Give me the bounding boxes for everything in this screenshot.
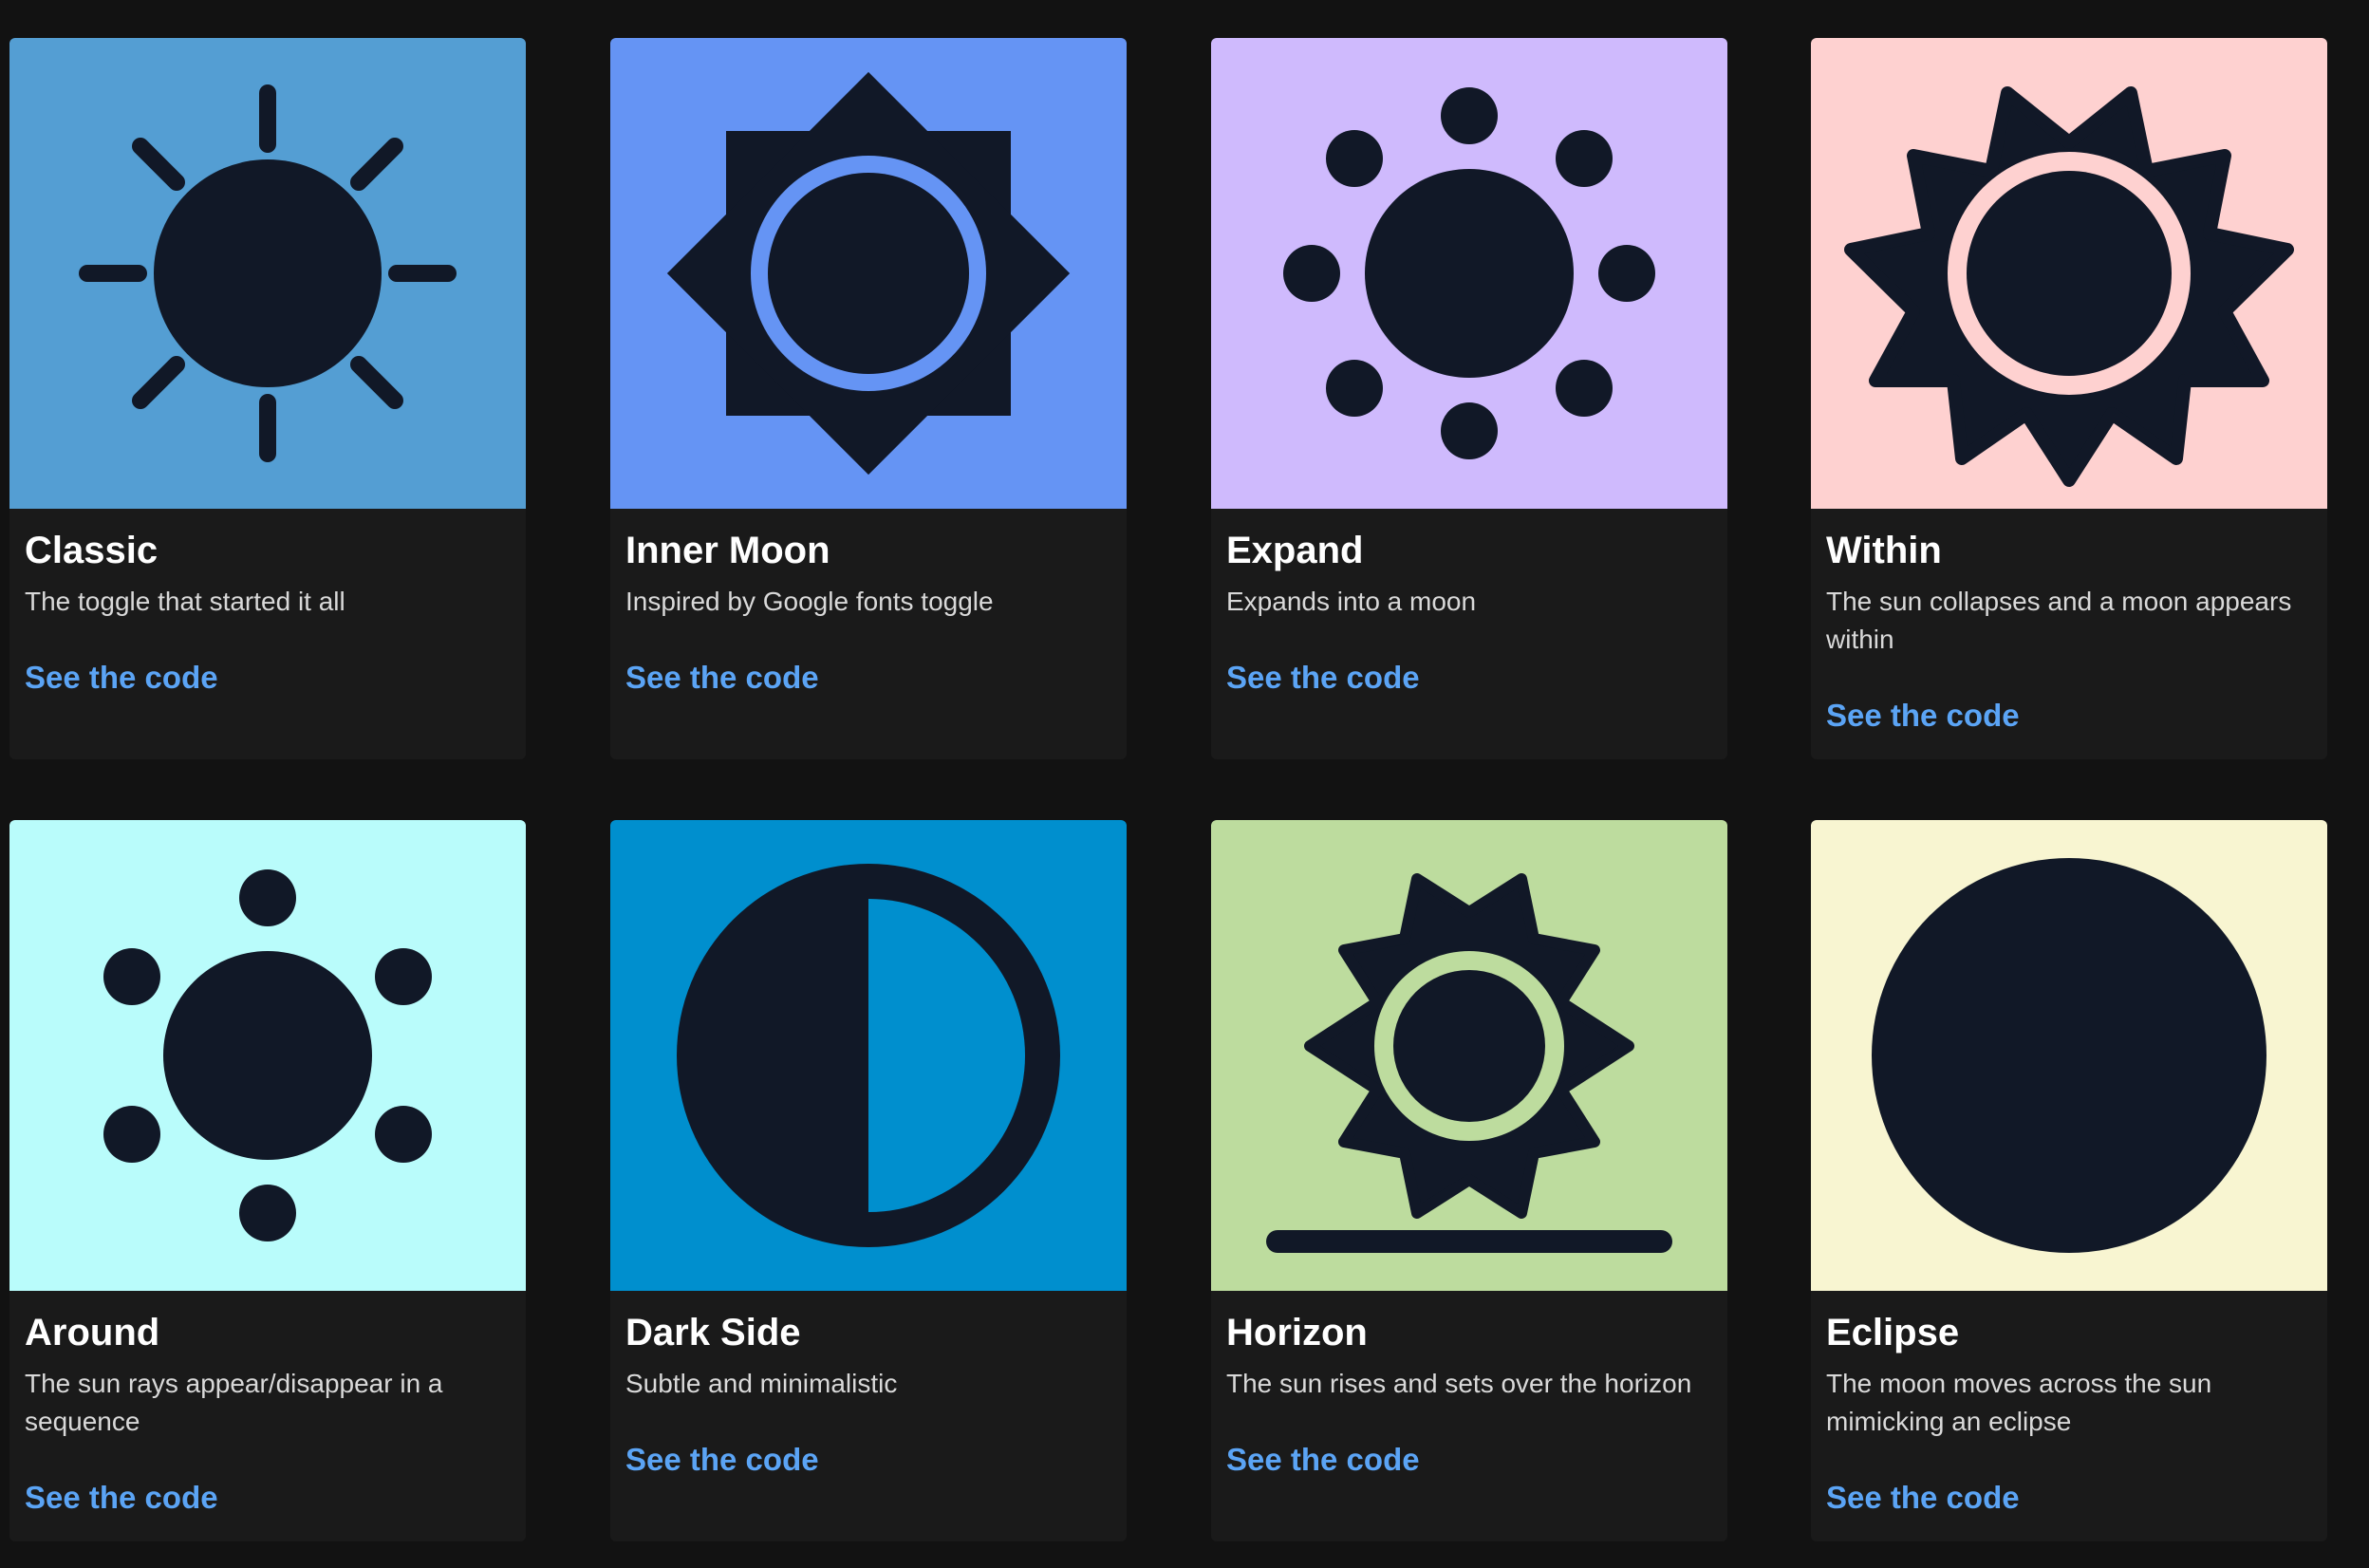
see-code-link[interactable]: See the code bbox=[1226, 659, 1420, 697]
see-code-link[interactable]: See the code bbox=[625, 1441, 819, 1479]
see-code-link[interactable]: See the code bbox=[25, 659, 218, 697]
card-dark-side: Dark Side Subtle and minimalistic See th… bbox=[610, 820, 1127, 1541]
expand-sun-icon bbox=[1283, 87, 1655, 459]
card-within: Within The sun collapses and a moon appe… bbox=[1811, 38, 2327, 759]
preview-inner-moon bbox=[610, 38, 1127, 509]
card-eclipse: Eclipse The moon moves across the sun mi… bbox=[1811, 820, 2327, 1541]
card-description: Inspired by Google fonts toggle bbox=[625, 587, 994, 616]
card-description: The toggle that started it all bbox=[25, 587, 345, 616]
card-description: The sun rays appear/disappear in a seque… bbox=[25, 1369, 443, 1436]
card-description: The sun collapses and a moon appears wit… bbox=[1826, 587, 2292, 654]
card-description: The moon moves across the sun mimicking … bbox=[1826, 1369, 2212, 1436]
card-classic: Classic The toggle that started it all S… bbox=[9, 38, 526, 759]
card-description: The sun rises and sets over the horizon bbox=[1226, 1369, 1692, 1398]
card-title: Inner Moon bbox=[625, 530, 830, 571]
preview-dark-side bbox=[610, 820, 1127, 1291]
card-title: Around bbox=[25, 1312, 160, 1353]
classic-sun-icon bbox=[79, 84, 457, 462]
inner-moon-icon bbox=[666, 71, 1071, 476]
see-code-link[interactable]: See the code bbox=[1826, 1479, 2020, 1517]
card-title: Classic bbox=[25, 530, 159, 571]
card-description: Expands into a moon bbox=[1226, 587, 1477, 616]
see-code-link[interactable]: See the code bbox=[1826, 697, 2020, 735]
card-expand: Expand Expands into a moon See the code bbox=[1211, 38, 1727, 759]
horizon-sun-icon bbox=[1266, 873, 1672, 1253]
card-horizon: Horizon The sun rises and sets over the … bbox=[1211, 820, 1727, 1541]
around-sun-icon bbox=[103, 869, 432, 1241]
preview-classic bbox=[9, 38, 526, 509]
dark-side-icon bbox=[677, 864, 1060, 1247]
eclipse-icon bbox=[1872, 858, 2266, 1253]
preview-expand bbox=[1211, 38, 1727, 509]
preview-eclipse bbox=[1811, 820, 2327, 1291]
see-code-link[interactable]: See the code bbox=[1226, 1441, 1420, 1479]
preview-horizon bbox=[1211, 820, 1727, 1291]
card-title: Horizon bbox=[1226, 1312, 1368, 1353]
card-title: Dark Side bbox=[625, 1312, 801, 1353]
preview-around bbox=[9, 820, 526, 1291]
see-code-link[interactable]: See the code bbox=[25, 1479, 218, 1517]
card-title: Expand bbox=[1226, 530, 1364, 571]
card-title: Eclipse bbox=[1826, 1312, 1960, 1353]
see-code-link[interactable]: See the code bbox=[625, 659, 819, 697]
card-description: Subtle and minimalistic bbox=[625, 1369, 898, 1398]
card-title: Within bbox=[1826, 530, 1942, 571]
card-around: Around The sun rays appear/disappear in … bbox=[9, 820, 526, 1541]
preview-within bbox=[1811, 38, 2327, 509]
within-sun-icon bbox=[1844, 86, 2294, 487]
card-inner-moon: Inner Moon Inspired by Google fonts togg… bbox=[610, 38, 1127, 759]
